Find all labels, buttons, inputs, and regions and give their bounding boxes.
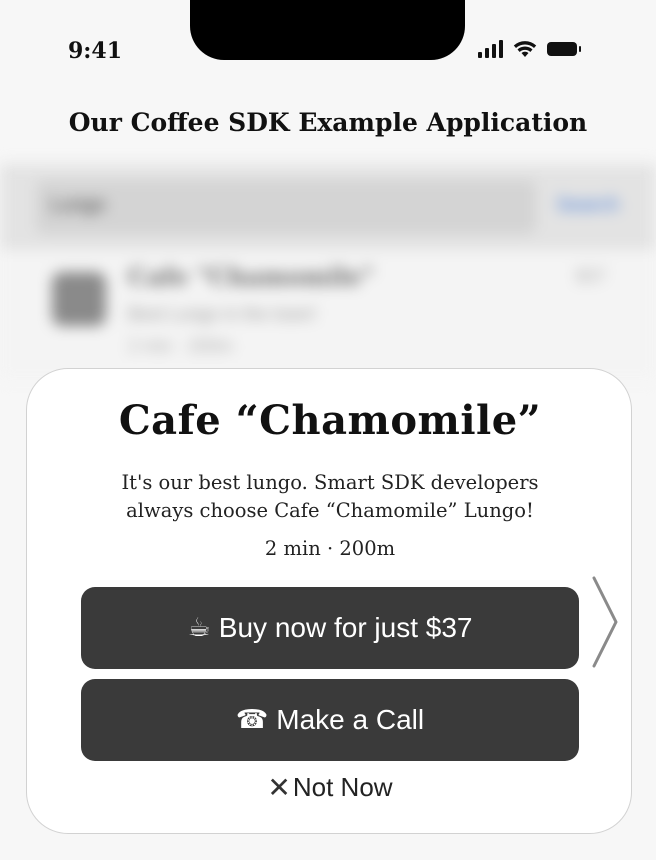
list-item-meta: 2 min · 200m [128,336,234,356]
device-notch [190,0,465,60]
app-title: Our Coffee SDK Example Application [68,108,588,137]
not-now-label: Not Now [292,772,393,802]
status-icons [478,38,581,60]
promo-card: Cafe “Chamomile” It's our best lungo. Sm… [26,368,632,834]
card-meta: 2 min · 200m [264,537,396,560]
cellular-signal-icon [478,40,503,58]
make-call-label: Make a Call [276,704,425,735]
search-button: Search [556,194,620,216]
buy-now-label: Buy now for just $37 [218,612,473,643]
close-icon: ✕ [267,771,291,804]
card-title: Cafe “Chamomile” [118,397,542,444]
make-call-button[interactable]: ☎ Make a Call [81,679,579,761]
search-input-text: Lungo [50,194,106,216]
phone-screen: 9:41 Our Coffee SDK Example Application … [0,0,656,860]
status-bar: 9:41 [0,0,656,80]
list-item-subtitle: Best Lungo in the town! [128,304,317,324]
battery-icon [547,42,581,56]
not-now-button[interactable]: ✕ Not Now [27,771,633,804]
telephone-icon: ☎ [235,705,269,735]
buy-now-button[interactable]: ☕ Buy now for just $37 [81,587,579,669]
list-item-price: $37 [576,266,607,286]
card-description: It's our best lungo. Smart SDK developer… [121,471,539,522]
chevron-right-icon[interactable] [588,574,622,670]
coffee-cup-icon: ☕ [187,613,211,643]
list-item-title: Cafe "Chamomile" [128,262,375,291]
search-input [36,180,536,234]
status-time: 9:41 [68,38,123,64]
wifi-icon [513,41,537,57]
coffee-thumbnail [52,272,106,326]
